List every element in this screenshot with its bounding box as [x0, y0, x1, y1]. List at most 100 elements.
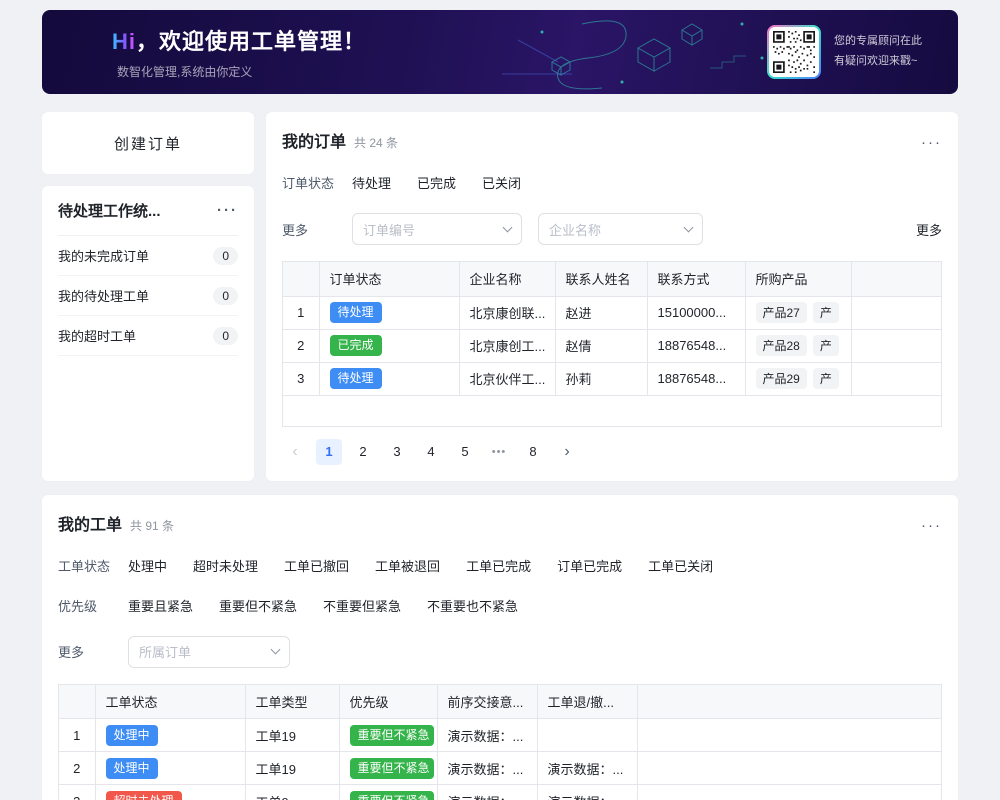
header-contact-phone: 联系方式: [647, 262, 745, 296]
wo-status-processing[interactable]: 处理中: [128, 556, 167, 575]
header-ghost: [851, 262, 941, 296]
wo-status-overtime[interactable]: 超时未处理: [193, 556, 258, 575]
consultant-qr-code: [767, 25, 821, 79]
wo-status-closed[interactable]: 工单已关闭: [648, 556, 713, 575]
stat-count-badge: 0: [213, 327, 238, 345]
page-button-5[interactable]: 5: [452, 439, 478, 465]
priority-not-important-not-urgent[interactable]: 不重要也不紧急: [427, 596, 518, 615]
cell-withdraw: 演示数据：...: [537, 785, 637, 800]
cell-index: 2: [59, 752, 95, 785]
workorders-table: 工单状态 工单类型 优先级 前序交接意... 工单退/撤... 1 处理中 工单…: [58, 684, 942, 800]
prev-page-button[interactable]: ‹: [282, 439, 308, 465]
priority-important-urgent[interactable]: 重要且紧急: [128, 596, 193, 615]
wo-status-returned[interactable]: 工单被退回: [375, 556, 440, 575]
header-handover: 前序交接意...: [437, 685, 537, 719]
greeting-prefix: Hi: [112, 29, 136, 54]
cell-status: 待处理: [319, 296, 459, 329]
status-badge: 已完成: [330, 335, 382, 356]
product-tag: 产品29: [756, 368, 807, 389]
cell-handover: 演示数据：...: [437, 719, 537, 752]
order-status-option-completed[interactable]: 已完成: [417, 173, 456, 192]
status-badge: 处理中: [106, 725, 158, 746]
cell-handover: 演示数据：...: [437, 785, 537, 800]
stat-pending-workorders[interactable]: 我的待处理工单 0: [58, 276, 238, 316]
banner-decoration-wireframe: [442, 10, 782, 94]
workorders-more-icon[interactable]: ···: [921, 518, 942, 533]
workorder-row[interactable]: 3 超时未处理 工单9 重要但不紧急 演示数据：... 演示数据：...: [59, 785, 941, 800]
page-button-8[interactable]: 8: [520, 439, 546, 465]
next-page-button[interactable]: ›: [554, 439, 580, 465]
create-order-button[interactable]: 创建订单: [42, 112, 254, 174]
product-tag: 产品27: [756, 302, 807, 323]
workorder-status-filter-row: 工单状态 处理中 超时未处理 工单已撤回 工单被退回 工单已完成 订单已完成 工…: [58, 556, 942, 575]
order-status-filter-label: 订单状态: [282, 173, 352, 192]
page-button-1[interactable]: 1: [316, 439, 342, 465]
header-index: [59, 685, 95, 719]
priority-important-not-urgent[interactable]: 重要但不紧急: [219, 596, 297, 615]
workorder-more-filter-row: 更多 所属订单: [58, 636, 942, 668]
stat-overtime-workorders[interactable]: 我的超时工单 0: [58, 316, 238, 356]
cell-products: 产品29 产: [745, 362, 851, 395]
chevron-down-icon: [503, 222, 513, 232]
workorder-row[interactable]: 2 处理中 工单19 重要但不紧急 演示数据：... 演示数据：...: [59, 752, 941, 785]
orders-panel-title: 我的订单: [282, 128, 346, 152]
order-status-option-closed[interactable]: 已关闭: [482, 173, 521, 192]
cell-products: 产品28产: [745, 329, 851, 362]
page-button-2[interactable]: 2: [350, 439, 376, 465]
parent-order-select[interactable]: 所属订单: [128, 636, 290, 668]
page-button-4[interactable]: 4: [418, 439, 444, 465]
stat-label: 我的待处理工单: [58, 286, 149, 305]
cell-status: 处理中: [95, 752, 245, 785]
order-row[interactable]: 1 待处理 北京康创联... 赵进 15100000... 产品27产: [283, 296, 941, 329]
order-row[interactable]: 2 已完成 北京康创工... 赵倩 18876548... 产品28产: [283, 329, 941, 362]
orders-count: 共 24 条: [354, 134, 398, 151]
wo-status-withdrawn[interactable]: 工单已撤回: [284, 556, 349, 575]
workorder-status-filter-label: 工单状态: [58, 556, 128, 575]
banner-greeting: Hi，欢迎使用工单管理！: [112, 24, 366, 56]
priority-filter-row: 优先级 重要且紧急 重要但不紧急 不重要但紧急 不重要也不紧急: [58, 596, 942, 615]
cell-handover: 演示数据：...: [437, 752, 537, 785]
my-workorders-panel: 我的工单 共 91 条 ··· 工单状态 处理中 超时未处理 工单已撤回 工单被…: [42, 495, 958, 800]
orders-more-icon[interactable]: ···: [921, 135, 942, 150]
orders-more-link[interactable]: 更多: [916, 220, 942, 239]
cell-phone: 15100000...: [647, 296, 745, 329]
order-number-select[interactable]: 订单编号: [352, 213, 522, 245]
product-tag: 产: [813, 302, 839, 323]
cell-company: 北京康创工...: [459, 329, 555, 362]
order-status-option-pending[interactable]: 待处理: [352, 173, 391, 192]
cell-priority: 重要但不紧急: [339, 785, 437, 800]
product-tag: 产: [813, 368, 839, 389]
stat-count-badge: 0: [213, 247, 238, 265]
status-badge: 处理中: [106, 758, 158, 779]
more-pages-icon[interactable]: •••: [486, 439, 512, 465]
wo-status-order-completed[interactable]: 订单已完成: [557, 556, 622, 575]
priority-not-important-urgent[interactable]: 不重要但紧急: [323, 596, 401, 615]
company-name-select[interactable]: 企业名称: [538, 213, 703, 245]
status-badge: 超时未处理: [106, 791, 182, 800]
cell-status: 待处理: [319, 362, 459, 395]
orders-table-header-row: 订单状态 企业名称 联系人姓名 联系方式 所购产品: [283, 262, 941, 296]
header-wo-status: 工单状态: [95, 685, 245, 719]
status-badge: 待处理: [330, 368, 382, 389]
page-button-3[interactable]: 3: [384, 439, 410, 465]
workorders-count: 共 91 条: [130, 517, 174, 534]
table-empty-space: [283, 396, 941, 426]
cell-type: 工单9: [245, 785, 339, 800]
workorders-panel-title: 我的工单: [58, 511, 122, 535]
cell-type: 工单19: [245, 719, 339, 752]
order-row[interactable]: 3 待处理 北京伙伴工... 孙莉 18876548... 产品29产: [283, 362, 941, 395]
header-index: [283, 262, 319, 296]
banner-subtitle: 数智化管理,系统由你定义: [117, 63, 366, 80]
cell-ghost: [851, 329, 941, 362]
cell-index: 1: [283, 296, 319, 329]
wo-status-completed[interactable]: 工单已完成: [466, 556, 531, 575]
order-more-filter-row: 更多 订单编号 企业名称 更多: [282, 213, 942, 245]
chevron-down-icon: [684, 222, 694, 232]
stats-more-icon[interactable]: ···: [217, 203, 238, 218]
cell-priority: 重要但不紧急: [339, 752, 437, 785]
workorder-row[interactable]: 1 处理中 工单19 重要但不紧急 演示数据：...: [59, 719, 941, 752]
cell-priority: 重要但不紧急: [339, 719, 437, 752]
stat-unfinished-orders[interactable]: 我的未完成订单 0: [58, 236, 238, 276]
header-priority: 优先级: [339, 685, 437, 719]
workorder-dashboard-page: Hi，欢迎使用工单管理！ 数智化管理,系统由你定义: [0, 0, 1000, 800]
